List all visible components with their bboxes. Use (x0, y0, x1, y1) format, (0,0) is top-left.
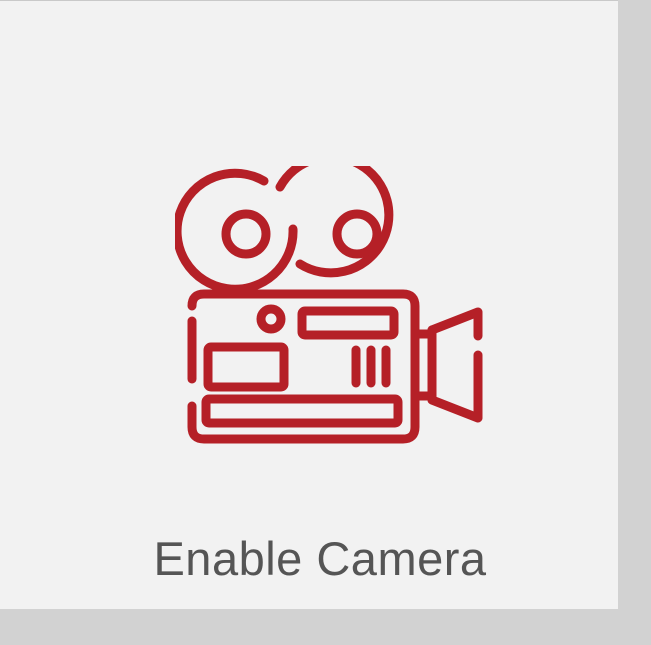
video-camera-icon (175, 166, 483, 444)
enable-camera-tile[interactable]: Enable Camera (0, 0, 618, 609)
tile-label: Enable Camera (153, 532, 487, 585)
